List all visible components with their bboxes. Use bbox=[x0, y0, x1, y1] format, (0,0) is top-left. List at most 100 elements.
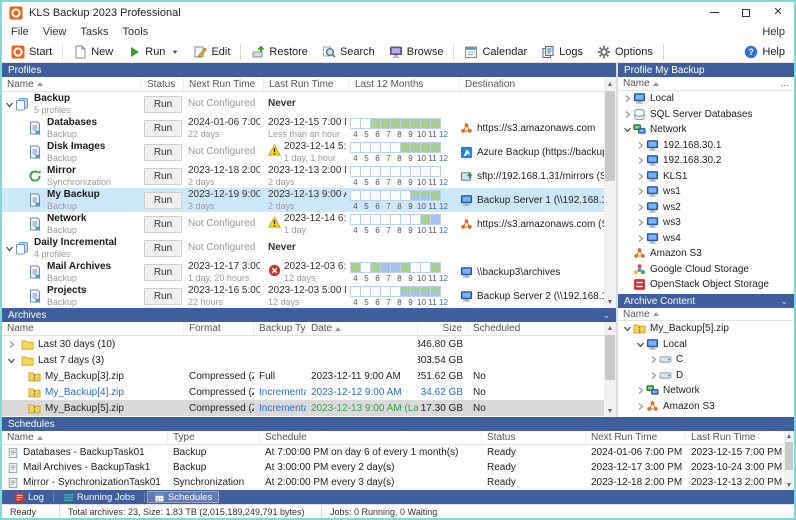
profile-tree-item[interactable]: Amazon S3 bbox=[618, 246, 794, 262]
archive-tree-item[interactable]: Local bbox=[618, 337, 794, 353]
profile-group-row[interactable]: Backup 5 profiles RunNot ConfiguredNever bbox=[2, 92, 616, 116]
schedule-row[interactable]: Databases - BackupTask01 Backup At 7:00:… bbox=[2, 445, 794, 460]
profiles-col-status[interactable]: Status bbox=[142, 77, 184, 91]
collapse-chevron-icon[interactable] bbox=[622, 124, 633, 135]
archive-content-collapse-icon[interactable]: ⌄ bbox=[780, 296, 788, 307]
toolbar-browse-button[interactable]: Browse bbox=[382, 41, 451, 63]
profiles-col-last-run-time[interactable]: Last Run Time bbox=[264, 77, 350, 91]
toolbar-calendar-button[interactable]: Calendar bbox=[457, 41, 534, 63]
collapse-chevron-icon[interactable] bbox=[622, 323, 633, 334]
archive-tree-item[interactable]: Network bbox=[618, 383, 794, 399]
menu-file[interactable]: File bbox=[4, 25, 36, 39]
profile-row[interactable]: Mail Archives Backup Run2023-12-17 3:00 … bbox=[2, 260, 616, 284]
bottom-tab-running-jobs[interactable]: Running Jobs bbox=[56, 491, 142, 503]
collapse-chevron-icon[interactable] bbox=[635, 339, 646, 350]
expand-chevron-icon[interactable] bbox=[635, 155, 646, 166]
run-button[interactable]: Run bbox=[144, 264, 182, 281]
expand-chevron-icon[interactable] bbox=[635, 233, 646, 244]
archive-row[interactable]: My_Backup[5].zip Compressed (Zip) Increm… bbox=[2, 400, 616, 416]
profile-row[interactable]: Mirror Synchronization Run2023-12-18 2:0… bbox=[2, 164, 616, 188]
schedules-col-name[interactable]: Name bbox=[2, 431, 168, 444]
menu-view[interactable]: View bbox=[36, 25, 74, 39]
run-button[interactable]: Run bbox=[144, 96, 182, 113]
toolbar-start-button[interactable]: Start bbox=[4, 41, 59, 63]
run-button[interactable]: Run bbox=[144, 216, 182, 233]
expand-chevron-icon[interactable] bbox=[622, 109, 633, 120]
archive-row[interactable]: Last 7 days (3) 303.54 GB bbox=[2, 352, 616, 368]
toolbar-options-button[interactable]: Options bbox=[590, 41, 660, 63]
schedule-row[interactable]: Mail Archives - BackupTask1 Backup At 3:… bbox=[2, 460, 794, 475]
archives-col-backup-type[interactable]: Backup Type bbox=[254, 322, 306, 335]
close-button[interactable]: ✕ bbox=[762, 2, 794, 23]
archive-tree-item[interactable]: My_Backup[5].zip bbox=[618, 321, 794, 337]
collapse-chevron-icon[interactable] bbox=[6, 355, 17, 366]
toolbar-run-button[interactable]: Run bbox=[120, 41, 186, 63]
archive-tree-item[interactable]: C bbox=[618, 352, 794, 368]
profile-tree-item[interactable]: SQL Server Databases bbox=[618, 107, 794, 123]
archives-col-name[interactable]: Name bbox=[2, 322, 184, 335]
toolbar-new-button[interactable]: New bbox=[66, 41, 120, 63]
bottom-tab-log[interactable]: Log bbox=[7, 491, 51, 503]
archive-row[interactable]: My_Backup[4].zip Compressed (Zip) Increm… bbox=[2, 384, 616, 400]
archives-col-date[interactable]: Date bbox=[306, 322, 418, 335]
profile-row[interactable]: Databases Backup Run2024-01-06 7:00 PM22… bbox=[2, 116, 616, 140]
profile-tree-item[interactable]: ws3 bbox=[618, 215, 794, 231]
profile-tree-item[interactable]: 192.168.30.1 bbox=[618, 138, 794, 154]
archives-scrollbar[interactable]: ▲ ▼ bbox=[604, 322, 616, 417]
run-button[interactable]: Run bbox=[144, 144, 182, 161]
maximize-button[interactable] bbox=[730, 2, 762, 23]
run-dropdown-icon[interactable] bbox=[171, 48, 179, 56]
profile-tree-item[interactable]: 192.168.30.2 bbox=[618, 153, 794, 169]
minimize-button[interactable] bbox=[698, 2, 730, 23]
profile-tree-item[interactable]: OpenStack Object Storage bbox=[618, 277, 794, 293]
profiles-col-next-run-time[interactable]: Next Run Time bbox=[184, 77, 264, 91]
toolbar-restore-button[interactable]: Restore bbox=[244, 41, 315, 63]
profiles-col-name[interactable]: Name bbox=[2, 77, 142, 91]
profile-tree-item[interactable]: Local bbox=[618, 91, 794, 107]
archives-collapse-icon[interactable]: ⌄ bbox=[602, 310, 610, 321]
expand-chevron-icon[interactable] bbox=[635, 202, 646, 213]
menu-help[interactable]: Help bbox=[755, 25, 792, 39]
profiles-col-destination[interactable]: Destination bbox=[460, 77, 616, 91]
run-button[interactable]: Run bbox=[144, 240, 182, 257]
toolbar-edit-button[interactable]: Edit bbox=[186, 41, 237, 63]
toolbar-logs-button[interactable]: Logs bbox=[534, 41, 590, 63]
archive-row[interactable]: My_Backup[3].zip Compressed (Zip) Full 2… bbox=[2, 368, 616, 384]
profile-tree-item[interactable]: ws2 bbox=[618, 200, 794, 216]
expand-chevron-icon[interactable] bbox=[635, 401, 646, 412]
toolbar-search-button[interactable]: Search bbox=[315, 41, 382, 63]
expand-chevron-icon[interactable] bbox=[635, 140, 646, 151]
collapse-chevron-icon[interactable] bbox=[4, 243, 15, 254]
bottom-tab-schedules[interactable]: Schedules bbox=[147, 491, 219, 503]
archives-col-size[interactable]: Size bbox=[418, 322, 468, 335]
profile-row[interactable]: Projects Backup Run2023-12-16 5:00 PM22 … bbox=[2, 284, 616, 308]
expand-chevron-icon[interactable] bbox=[635, 217, 646, 228]
expand-chevron-icon[interactable] bbox=[648, 370, 659, 381]
profile-tree-more-button[interactable]: ... bbox=[776, 77, 794, 90]
schedules-col-last-run-time[interactable]: Last Run Time bbox=[686, 431, 794, 444]
profile-tree-item[interactable]: Google Cloud Storage bbox=[618, 262, 794, 278]
profile-tree-name-header[interactable]: Name bbox=[618, 77, 776, 90]
archives-col-scheduled[interactable]: Scheduled bbox=[468, 322, 616, 335]
archives-col-format[interactable]: Format bbox=[184, 322, 254, 335]
run-button[interactable]: Run bbox=[144, 288, 182, 305]
profile-row[interactable]: Disk Images Backup RunNot Configured2023… bbox=[2, 140, 616, 164]
schedules-col-status[interactable]: Status bbox=[482, 431, 586, 444]
schedules-col-type[interactable]: Type bbox=[168, 431, 260, 444]
menu-tools[interactable]: Tools bbox=[116, 25, 156, 39]
profile-tree-item[interactable]: KLS1 bbox=[618, 169, 794, 185]
run-button[interactable]: Run bbox=[144, 120, 182, 137]
run-button[interactable]: Run bbox=[144, 192, 182, 209]
schedule-row[interactable]: Mirror - SynchronizationTask01 Synchroni… bbox=[2, 475, 794, 490]
run-button[interactable]: Run bbox=[144, 168, 182, 185]
profiles-scrollbar[interactable]: ▲ ▼ bbox=[604, 78, 616, 308]
expand-chevron-icon[interactable] bbox=[635, 186, 646, 197]
profile-row[interactable]: Network Backup RunNot Configured2023-12-… bbox=[2, 212, 616, 236]
expand-chevron-icon[interactable] bbox=[635, 385, 646, 396]
profile-group-row[interactable]: Daily Incremental 4 profiles RunNot Conf… bbox=[2, 236, 616, 260]
archive-tree-item[interactable]: D bbox=[618, 368, 794, 384]
expand-chevron-icon[interactable] bbox=[648, 354, 659, 365]
archive-tree-name-header[interactable]: Name bbox=[618, 308, 794, 320]
archive-row[interactable]: Last 30 days (10) 346.80 GB bbox=[2, 336, 616, 352]
schedules-scrollbar[interactable]: ▲ ▼ bbox=[784, 431, 794, 490]
